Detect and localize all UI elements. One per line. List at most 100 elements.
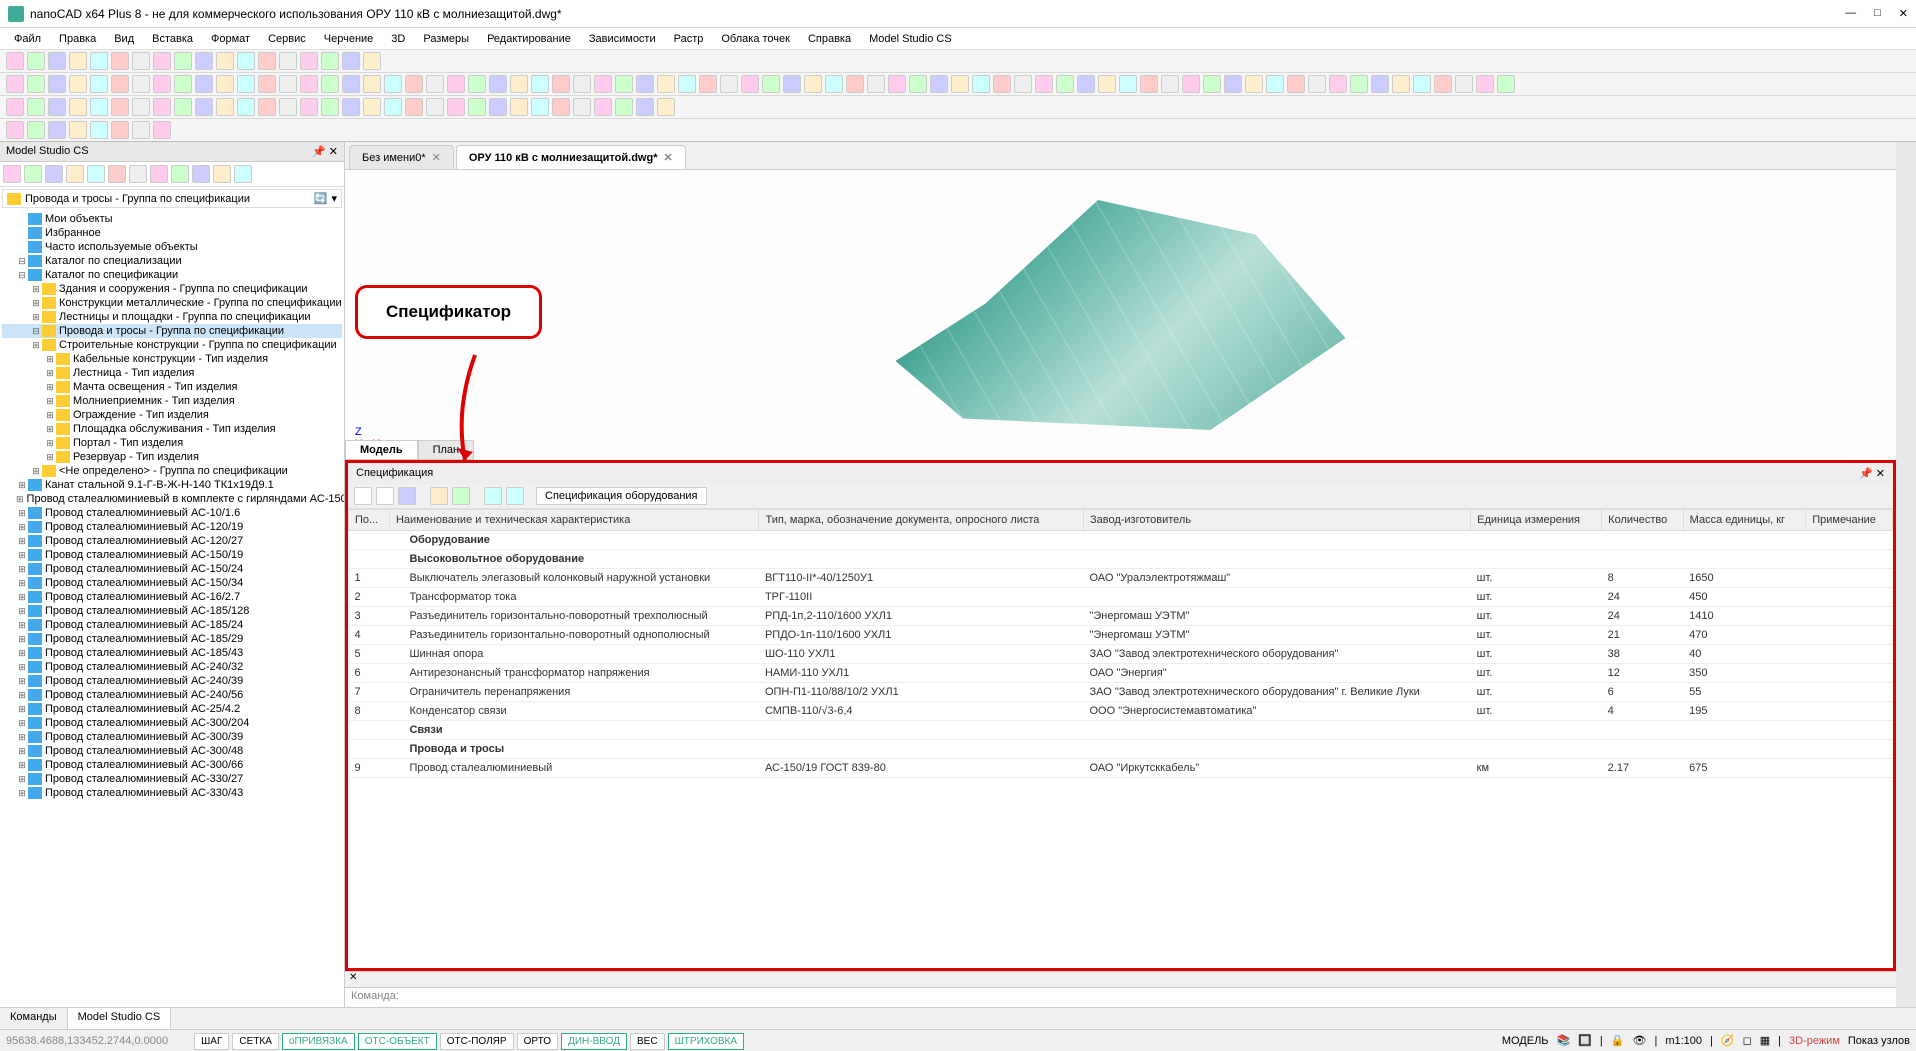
- table-row[interactable]: Связи: [349, 721, 1893, 740]
- toolbar-button[interactable]: [1161, 75, 1179, 93]
- toolbar-button[interactable]: [1098, 75, 1116, 93]
- toolbar-button[interactable]: [363, 52, 381, 70]
- toolbar-button[interactable]: [804, 75, 822, 93]
- pin-icon[interactable]: 📌: [312, 146, 326, 158]
- tree-node[interactable]: ⊞Провод сталеалюминиевый АС-150/19: [2, 548, 342, 562]
- column-header[interactable]: Тип, марка, обозначение документа, опрос…: [759, 510, 1084, 531]
- tree-node[interactable]: ⊞Площадка обслуживания - Тип изделия: [2, 422, 342, 436]
- tree-node[interactable]: ⊞Провод сталеалюминиевый АС-185/43: [2, 646, 342, 660]
- toolbar-button[interactable]: [1434, 75, 1452, 93]
- menu-Model Studio CS[interactable]: Model Studio CS: [861, 31, 960, 47]
- scale-label[interactable]: m1:100: [1665, 1035, 1702, 1047]
- toolbar-button[interactable]: [720, 75, 738, 93]
- toolbar-button[interactable]: [468, 98, 486, 116]
- toolbar-button[interactable]: [48, 98, 66, 116]
- cursor-mode[interactable]: Показ узлов: [1848, 1035, 1910, 1047]
- tree-node[interactable]: ⊞Мачта освещения - Тип изделия: [2, 380, 342, 394]
- column-header[interactable]: Наименование и техническая характеристик…: [389, 510, 759, 531]
- toolbar-button[interactable]: [1119, 75, 1137, 93]
- toolbar-button[interactable]: [132, 52, 150, 70]
- document-tab[interactable]: ОРУ 110 кВ с молниезащитой.dwg*✕: [456, 145, 686, 169]
- toolbar-button[interactable]: [552, 75, 570, 93]
- table-row[interactable]: 5Шинная опораШО-110 УХЛ1ЗАО "Завод элект…: [349, 645, 1893, 664]
- menu-3D[interactable]: 3D: [383, 31, 413, 47]
- toolbar-button[interactable]: [216, 52, 234, 70]
- toolbar-button[interactable]: [636, 98, 654, 116]
- toolbar-button[interactable]: [573, 98, 591, 116]
- panel-tb-button[interactable]: [234, 165, 252, 183]
- toolbar-button[interactable]: [258, 98, 276, 116]
- toolbar-button[interactable]: [447, 98, 465, 116]
- minimize-button[interactable]: —: [1845, 7, 1856, 20]
- toolbar-button[interactable]: [132, 121, 150, 139]
- tree-node[interactable]: ⊞Провод сталеалюминиевый в комплекте с г…: [2, 492, 342, 506]
- panel-tb-button[interactable]: [66, 165, 84, 183]
- menu-Вид[interactable]: Вид: [106, 31, 142, 47]
- toolbar-button[interactable]: [888, 75, 906, 93]
- toolbar-button[interactable]: [27, 98, 45, 116]
- panel-tb-button[interactable]: [24, 165, 42, 183]
- toolbar-button[interactable]: [573, 75, 591, 93]
- toolbar-button[interactable]: [342, 75, 360, 93]
- toolbar-button[interactable]: [111, 52, 129, 70]
- toolbar-button[interactable]: [1140, 75, 1158, 93]
- tree-node[interactable]: ⊞Лестница - Тип изделия: [2, 366, 342, 380]
- spec-close-icon[interactable]: ✕: [1876, 468, 1885, 480]
- tree-node[interactable]: ⊞Провод сталеалюминиевый АС-185/128: [2, 604, 342, 618]
- toolbar-button[interactable]: [615, 75, 633, 93]
- tree-node[interactable]: ⊞Провод сталеалюминиевый АС-300/204: [2, 716, 342, 730]
- table-row[interactable]: 4Разъединитель горизонтально-поворотный …: [349, 626, 1893, 645]
- toolbar-button[interactable]: [678, 75, 696, 93]
- toolbar-button[interactable]: [1329, 75, 1347, 93]
- menu-Формат[interactable]: Формат: [203, 31, 258, 47]
- toolbar-button[interactable]: [363, 75, 381, 93]
- panel-tb-button[interactable]: [108, 165, 126, 183]
- toolbar-button[interactable]: [69, 98, 87, 116]
- toolbar-button[interactable]: [1476, 75, 1494, 93]
- toolbar-button[interactable]: [132, 98, 150, 116]
- status-toggle[interactable]: ОТС-ОБЪЕКТ: [358, 1033, 437, 1050]
- toolbar-button[interactable]: [1413, 75, 1431, 93]
- toolbar-button[interactable]: [69, 52, 87, 70]
- bottom-tab[interactable]: Команды: [0, 1008, 68, 1029]
- toolbar-button[interactable]: [552, 98, 570, 116]
- toolbar-button[interactable]: [531, 75, 549, 93]
- status-toggle[interactable]: ДИН-ВВОД: [561, 1033, 627, 1050]
- menu-Файл[interactable]: Файл: [6, 31, 49, 47]
- toolbar-button[interactable]: [1077, 75, 1095, 93]
- toolbar-button[interactable]: [447, 75, 465, 93]
- panel-tb-button[interactable]: [192, 165, 210, 183]
- toolbar-button[interactable]: [153, 98, 171, 116]
- isolate-icon[interactable]: 🔲: [1578, 1034, 1592, 1047]
- status-toggle[interactable]: ШТРИХОВКА: [668, 1033, 744, 1050]
- menu-Облака точек[interactable]: Облака точек: [713, 31, 798, 47]
- tree-node[interactable]: ⊞Провод сталеалюминиевый АС-240/39: [2, 674, 342, 688]
- toolbar-button[interactable]: [27, 121, 45, 139]
- table-row[interactable]: 2Трансформатор токаТРГ-110IIшт.24450: [349, 588, 1893, 607]
- toolbar-button[interactable]: [1287, 75, 1305, 93]
- lock-icon[interactable]: 🔒: [1611, 1034, 1625, 1047]
- toolbar-button[interactable]: [930, 75, 948, 93]
- toolbar-button[interactable]: [1350, 75, 1368, 93]
- close-x[interactable]: ✕: [345, 971, 1896, 987]
- eye-icon[interactable]: 👁: [1632, 1034, 1646, 1047]
- tree-node[interactable]: ⊞Провод сталеалюминиевый АС-240/32: [2, 660, 342, 674]
- panel-tb-button[interactable]: [129, 165, 147, 183]
- table-row[interactable]: 1Выключатель элегазовый колонковый наруж…: [349, 569, 1893, 588]
- tree-node[interactable]: ⊟Каталог по спецификации: [2, 268, 342, 282]
- toolbar-button[interactable]: [69, 121, 87, 139]
- toolbar-button[interactable]: [1245, 75, 1263, 93]
- toolbar-button[interactable]: [279, 98, 297, 116]
- tree-node[interactable]: ⊞Провод сталеалюминиевый АС-185/29: [2, 632, 342, 646]
- tree-node[interactable]: ⊞Лестницы и площадки - Группа по специфи…: [2, 310, 342, 324]
- tree-node[interactable]: Часто используемые объекты: [2, 240, 342, 254]
- toolbar-button[interactable]: [195, 98, 213, 116]
- toolbar-button[interactable]: [27, 52, 45, 70]
- toolbar-button[interactable]: [384, 98, 402, 116]
- toolbar-button[interactable]: [90, 121, 108, 139]
- toolbar-button[interactable]: [405, 98, 423, 116]
- toolbar-button[interactable]: [489, 98, 507, 116]
- tree-node[interactable]: ⊞Провод сталеалюминиевый АС-330/43: [2, 786, 342, 800]
- toolbar-button[interactable]: [909, 75, 927, 93]
- toolbar-button[interactable]: [174, 98, 192, 116]
